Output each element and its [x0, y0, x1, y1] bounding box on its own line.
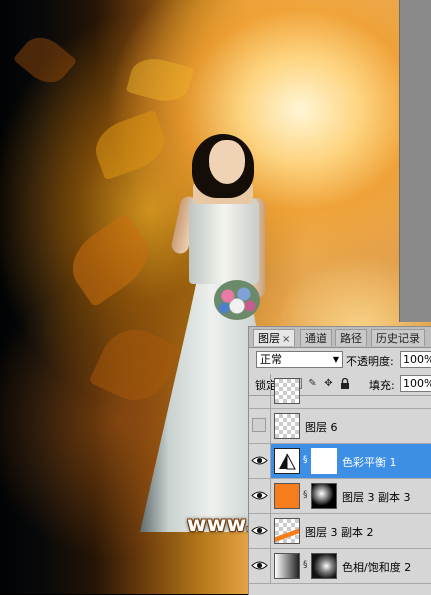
foliage-shape	[88, 318, 182, 412]
layer-row[interactable]: 图层 3 副本 2	[249, 514, 431, 549]
layer-row[interactable]: § 图层 3 副本 3	[249, 479, 431, 514]
eye-icon[interactable]	[251, 522, 268, 539]
layer-row-selected[interactable]: § 色彩平衡 1	[249, 444, 431, 479]
eye-icon[interactable]	[251, 557, 268, 574]
eye-cell[interactable]	[249, 549, 271, 583]
tab-paths[interactable]: 路径	[335, 329, 367, 346]
eye-icon[interactable]	[251, 487, 268, 504]
layer-thumbnail	[274, 518, 300, 544]
opacity-label: 不透明度:	[346, 355, 394, 368]
layer-name: 色相/饱和度 2	[342, 561, 412, 574]
panel-tab-bar: 图层 × 通道 路径 历史记录	[249, 327, 431, 348]
opacity-input[interactable]: 100%	[400, 351, 431, 368]
layer-thumbnail	[274, 483, 300, 509]
foliage-shape	[60, 212, 160, 308]
blend-row: 正常 ▼ 不透明度: 100%	[249, 349, 431, 371]
layers-panel: 图层× 通道 路径 历史记录 正常 ▼ 不透明度: 100% 锁定: ✎ ✥ 填…	[248, 326, 431, 595]
tab-paths-label: 路径	[340, 332, 362, 345]
layer-name: 图层 3 副本 3	[342, 491, 411, 504]
layer-thumbnail	[274, 378, 300, 404]
layer-row-partial[interactable]	[249, 374, 431, 409]
foliage-shape	[88, 109, 172, 181]
adjustment-layer-icon	[274, 553, 300, 579]
tab-history[interactable]: 历史记录	[371, 329, 425, 346]
tab-history-label: 历史记录	[376, 332, 420, 345]
layer-row[interactable]: 图层 6	[249, 409, 431, 444]
link-chain-icon[interactable]: §	[303, 490, 308, 500]
tab-layers[interactable]: 图层 ×	[253, 329, 296, 346]
tab-layers-label: 图层	[258, 332, 280, 345]
layer-mask-thumbnail[interactable]	[311, 553, 337, 579]
layer-thumbnail	[274, 413, 300, 439]
link-chain-icon[interactable]: §	[303, 560, 308, 570]
eye-cell[interactable]	[249, 479, 271, 513]
layer-name: 图层 6	[305, 421, 338, 434]
flower-bouquet	[214, 280, 260, 320]
blend-mode-value: 正常	[260, 353, 282, 366]
gown-bodice	[189, 198, 259, 284]
eye-cell[interactable]	[249, 514, 271, 548]
eye-cell[interactable]	[249, 409, 271, 443]
layer-name: 色彩平衡 1	[342, 456, 397, 469]
layer-mask-thumbnail[interactable]	[311, 448, 337, 474]
bride-face	[209, 140, 245, 184]
adjustment-layer-icon	[274, 448, 300, 474]
tab-channels[interactable]: 通道	[300, 329, 332, 346]
layer-name: 图层 3 副本 2	[305, 526, 374, 539]
dropdown-arrow-icon: ▼	[332, 355, 339, 364]
eye-cell[interactable]	[249, 444, 271, 478]
layer-row[interactable]: § 色相/饱和度 2	[249, 549, 431, 584]
layer-mask-thumbnail[interactable]	[311, 483, 337, 509]
canvas-background-gray	[399, 0, 431, 322]
eye-icon[interactable]	[251, 452, 268, 469]
blend-mode-select[interactable]: 正常 ▼	[256, 351, 343, 368]
link-chain-icon[interactable]: §	[303, 455, 308, 465]
eye-cell[interactable]	[249, 374, 271, 408]
visibility-off-box[interactable]	[252, 418, 266, 432]
layer-list: 图层 6 § 色彩平衡 1 § 图层 3 副本 3 图层 3 副本 2 § 色相…	[249, 374, 431, 595]
foliage-shape	[125, 52, 195, 108]
tab-channels-label: 通道	[305, 332, 327, 345]
foliage-shape	[12, 28, 78, 92]
close-icon[interactable]: ×	[282, 334, 290, 345]
